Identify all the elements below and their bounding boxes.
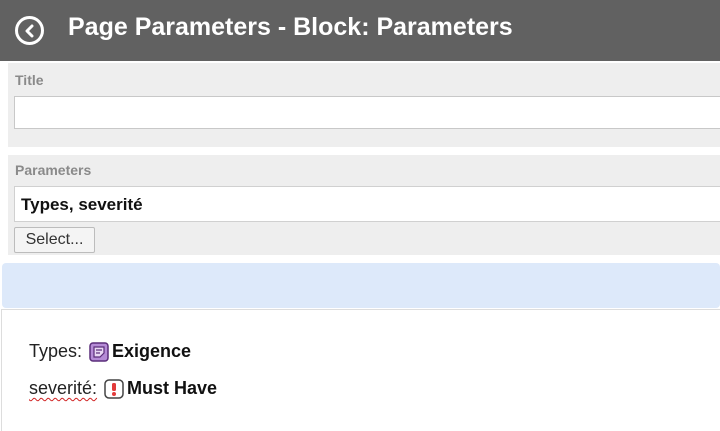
page-header: Page Parameters - Block: Parameters [0,0,720,61]
parameters-label: Parameters [15,162,92,178]
types-value: Exigence [112,341,192,361]
arrow-left-icon [25,24,33,37]
info-bar [2,263,720,308]
select-button[interactable]: Select... [14,227,95,253]
types-label: Types: [29,341,83,361]
page-title: Page Parameters - Block: Parameters [68,13,513,41]
preview-row-types: Types: Exigence [29,341,191,362]
preview-area [1,309,720,431]
exclamation-icon [104,378,124,399]
parameters-value-field[interactable]: Types, severité [14,186,720,222]
severity-label: severité: [29,378,98,398]
preview-row-severity: severité: Must Have [29,378,217,399]
requirement-icon [89,341,109,362]
back-button[interactable] [15,16,44,45]
title-label: Title [15,72,44,88]
parameters-section: Parameters Types, severité Select... [8,155,720,255]
severity-value: Must Have [127,378,218,398]
title-section: Title [8,63,720,147]
title-input[interactable] [14,96,720,129]
